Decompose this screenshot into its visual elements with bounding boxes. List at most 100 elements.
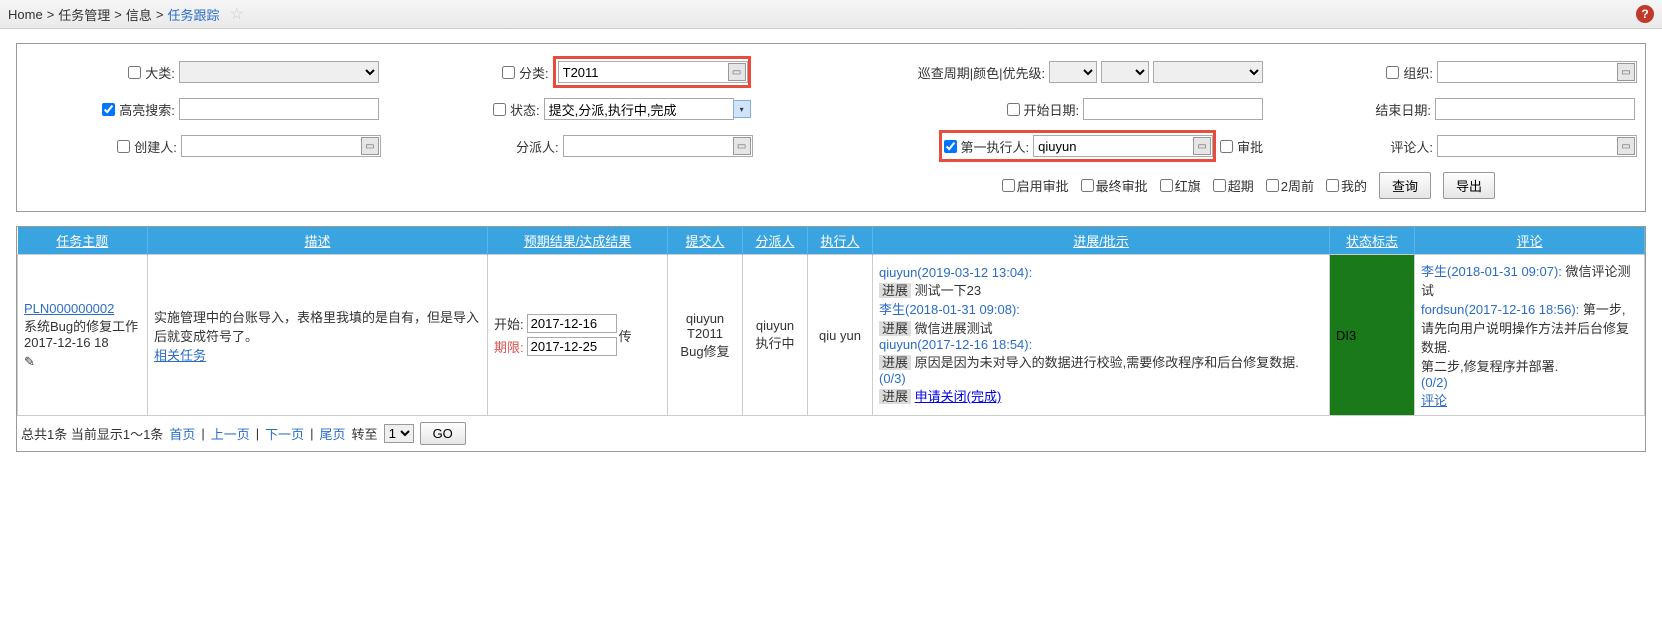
pager-page-select[interactable]: 1 xyxy=(384,424,414,443)
highlight-checkbox[interactable] xyxy=(102,103,115,116)
col-desc[interactable]: 描述 xyxy=(304,234,330,249)
col-executor[interactable]: 执行人 xyxy=(820,234,859,249)
classify-checkbox[interactable] xyxy=(502,66,515,79)
start-date-input[interactable] xyxy=(1083,98,1263,120)
red-flag-checkbox[interactable] xyxy=(1160,179,1173,192)
creator-checkbox[interactable] xyxy=(117,140,130,153)
priority-select[interactable] xyxy=(1153,61,1263,83)
start-date-field[interactable] xyxy=(527,314,617,333)
pager-go-button[interactable]: GO xyxy=(420,422,466,445)
classify-label: 分类: xyxy=(519,63,549,82)
task-title: 系统Bug的修复工作 xyxy=(24,319,138,334)
enable-approval-checkbox[interactable] xyxy=(1002,179,1015,192)
highlight-input[interactable] xyxy=(179,98,379,120)
start-date-label: 开始日期: xyxy=(1024,100,1080,119)
org-checkbox[interactable] xyxy=(1386,66,1399,79)
progress-text: 原因是因为未对导入的数据进行校验,需要修改程序和后台修复数据. xyxy=(915,355,1299,370)
comment-link[interactable]: 评论 xyxy=(1421,393,1447,408)
pager-last[interactable]: 尾页 xyxy=(320,424,346,443)
classify-input[interactable] xyxy=(558,61,748,83)
progress-user: qiuyun(2017-12-16 18:54): xyxy=(879,337,1032,352)
assigner-input[interactable] xyxy=(563,135,753,157)
start-date-checkbox[interactable] xyxy=(1007,103,1020,116)
progress-text: 测试一下23 xyxy=(915,283,981,298)
org-label: 组织: xyxy=(1403,63,1433,82)
two-weeks-label: 2周前 xyxy=(1281,176,1314,195)
col-progress[interactable]: 进展/批示 xyxy=(1073,234,1129,249)
desc-text: 实施管理中的台账导入，表格里我填的是自有，但是导入后就变成符号了。 xyxy=(154,310,479,344)
enable-approval-label: 启用审批 xyxy=(1017,176,1069,195)
progress-tag: 进展 xyxy=(879,389,911,404)
breadcrumb-sep: > xyxy=(114,7,122,22)
category-label: 大类: xyxy=(145,63,175,82)
filter-panel: 大类: 分类: ▭ 巡查周期|颜色|优先级: 组织: ▭ xyxy=(16,43,1646,212)
creator-input[interactable] xyxy=(181,135,381,157)
final-approval-label: 最终审批 xyxy=(1096,176,1148,195)
col-comments[interactable]: 评论 xyxy=(1516,234,1542,249)
approval-checkbox[interactable] xyxy=(1220,140,1233,153)
task-date: 2017-12-16 18 xyxy=(24,335,109,350)
cycle-select[interactable] xyxy=(1049,61,1097,83)
executor-input[interactable] xyxy=(1033,135,1213,157)
favorite-star-icon[interactable]: ☆ xyxy=(230,4,244,24)
pager-next[interactable]: 下一页 xyxy=(265,424,304,443)
comment-user: fordsun(2017-12-16 18:56): xyxy=(1421,302,1579,317)
executor-highlight: 第一执行人: ▭ xyxy=(939,130,1217,162)
help-icon[interactable]: ? xyxy=(1636,5,1654,23)
executor-label: 第一执行人: xyxy=(961,137,1030,156)
creator-label: 创建人: xyxy=(134,137,177,156)
comment-text2: 第二步,修复程序并部署. xyxy=(1421,359,1558,374)
task-id-link[interactable]: PLN000000002 xyxy=(24,301,114,316)
deadline-date-field[interactable] xyxy=(527,337,617,356)
org-input[interactable] xyxy=(1437,61,1637,83)
red-flag-label: 红旗 xyxy=(1175,176,1201,195)
status-code: DI3 xyxy=(1336,328,1356,343)
export-button[interactable]: 导出 xyxy=(1443,172,1495,199)
pager-prev[interactable]: 上一页 xyxy=(211,424,250,443)
two-weeks-checkbox[interactable] xyxy=(1266,179,1279,192)
classify-highlight: ▭ xyxy=(553,56,751,88)
submitter-type: Bug修复 xyxy=(680,344,729,359)
end-date-input[interactable] xyxy=(1435,98,1635,120)
color-select[interactable] xyxy=(1101,61,1149,83)
status-checkbox[interactable] xyxy=(493,103,506,116)
pager: 总共1条 当前显示1～1条 首页 | 上一页 | 下一页 | 尾页 转至 1 G… xyxy=(17,416,1645,451)
category-select[interactable] xyxy=(179,61,379,83)
reviewer-label: 评论人: xyxy=(1390,137,1433,156)
col-subject[interactable]: 任务主题 xyxy=(56,234,108,249)
related-tasks-link[interactable]: 相关任务 xyxy=(154,348,206,363)
approval-label: 审批 xyxy=(1237,137,1263,156)
progress-tag: 进展 xyxy=(879,321,911,336)
cycle-priority-label: 巡查周期|颜色|优先级: xyxy=(918,63,1045,82)
close-request-link[interactable]: 申请关闭(完成) xyxy=(915,389,1002,404)
edit-icon[interactable]: ✎ xyxy=(24,354,38,368)
mine-label: 我的 xyxy=(1341,176,1367,195)
col-submitter[interactable]: 提交人 xyxy=(685,234,724,249)
reviewer-input[interactable] xyxy=(1437,135,1637,157)
category-checkbox[interactable] xyxy=(128,66,141,79)
breadcrumb-l1[interactable]: 任务管理 xyxy=(58,5,110,24)
dropdown-icon[interactable]: ▾ xyxy=(733,100,751,118)
table-row: PLN000000002 系统Bug的修复工作 2017-12-16 18 ✎ … xyxy=(18,255,1645,416)
overdue-checkbox[interactable] xyxy=(1213,179,1226,192)
upload-suffix: 传 xyxy=(619,326,632,345)
assigner-status: 执行中 xyxy=(755,336,794,351)
progress-user: 李生(2018-01-31 09:08): xyxy=(879,302,1020,317)
progress-count[interactable]: (0/3) xyxy=(879,371,906,386)
start-label: 开始: xyxy=(494,314,524,333)
breadcrumb-home[interactable]: Home xyxy=(8,7,43,22)
pager-first[interactable]: 首页 xyxy=(169,424,195,443)
final-approval-checkbox[interactable] xyxy=(1081,179,1094,192)
status-input[interactable] xyxy=(544,98,734,120)
breadcrumb-l2[interactable]: 信息 xyxy=(126,5,152,24)
mine-checkbox[interactable] xyxy=(1326,179,1339,192)
col-status[interactable]: 状态标志 xyxy=(1346,234,1398,249)
executor-checkbox[interactable] xyxy=(944,140,957,153)
col-assigner[interactable]: 分派人 xyxy=(755,234,794,249)
breadcrumb-sep: > xyxy=(47,7,55,22)
comment-count[interactable]: (0/2) xyxy=(1421,375,1448,390)
progress-tag: 进展 xyxy=(879,283,911,298)
query-button[interactable]: 查询 xyxy=(1379,172,1431,199)
results-table: 任务主题 描述 预期结果/达成结果 提交人 分派人 执行人 进展/批示 状态标志… xyxy=(17,227,1645,416)
col-expected[interactable]: 预期结果/达成结果 xyxy=(524,234,632,249)
